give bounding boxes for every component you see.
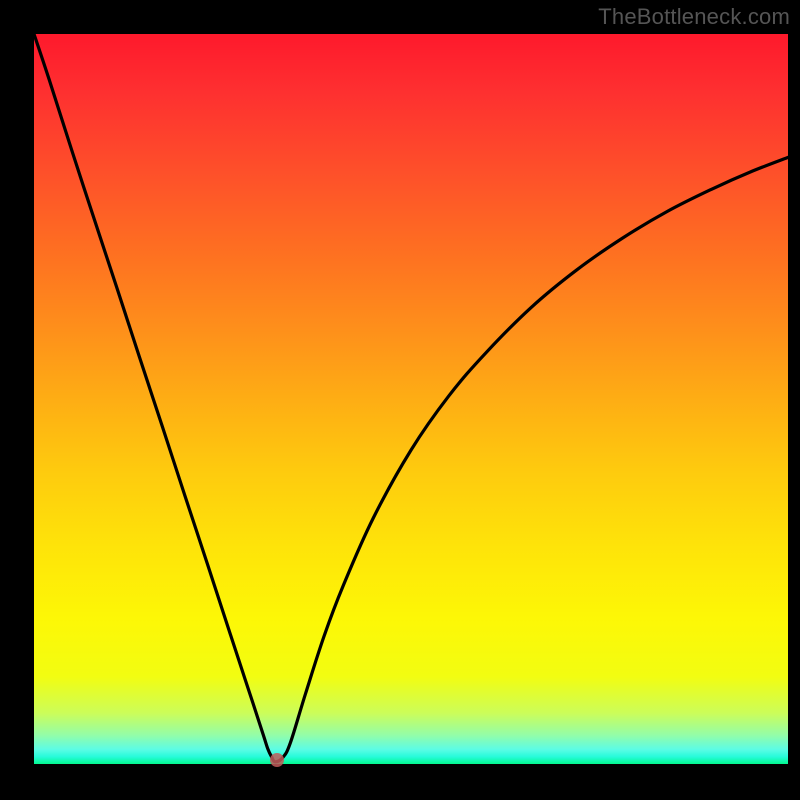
curve-path bbox=[34, 34, 788, 762]
chart-frame: TheBottleneck.com bbox=[0, 0, 800, 800]
min-dot bbox=[270, 753, 284, 767]
watermark-text: TheBottleneck.com bbox=[598, 4, 790, 30]
curve-svg bbox=[34, 34, 788, 764]
